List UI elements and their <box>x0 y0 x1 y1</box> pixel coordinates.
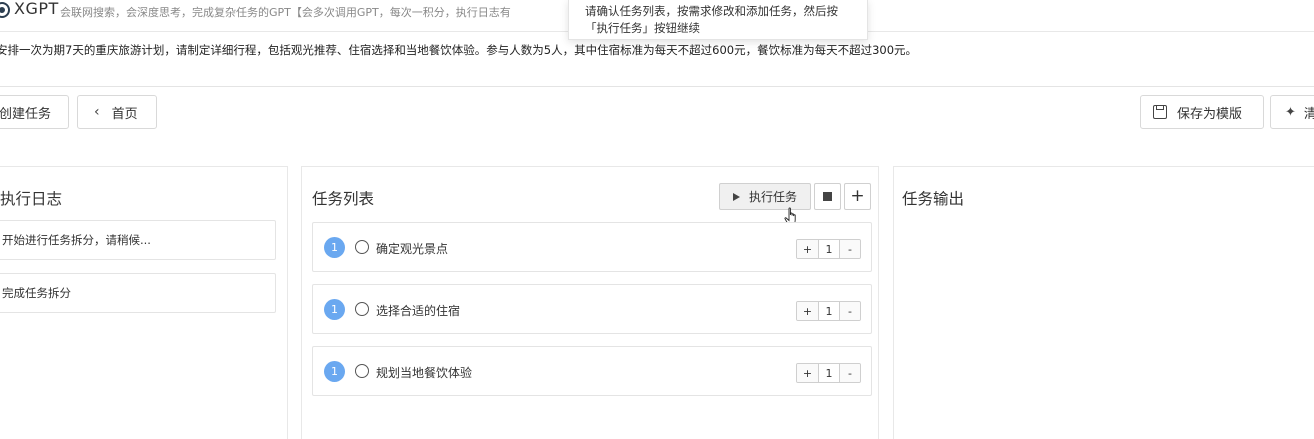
decrement-button[interactable]: - <box>839 364 860 382</box>
task-row[interactable]: 1 确定观光景点 + 1 - <box>312 222 872 272</box>
log-panel-title: 执行日志 <box>0 190 63 208</box>
run-tasks-label: 执行任务 <box>748 190 797 204</box>
tooltip-line-2: 「执行任务」按钮继续 <box>585 21 700 35</box>
task-count-value: 1 <box>818 364 839 382</box>
task-list-title: 任务列表 <box>312 190 375 208</box>
task-index-badge: 1 <box>324 299 345 320</box>
task-prompt: 安排一次为期7天的重庆旅游计划，请制定详细行程，包括观光推荐、住宿选择和当地餐饮… <box>0 43 918 57</box>
task-index-badge: 1 <box>324 361 345 382</box>
task-radio[interactable] <box>355 240 369 254</box>
increment-button[interactable]: + <box>797 364 818 382</box>
decrement-button[interactable]: - <box>839 240 860 258</box>
guide-tooltip: 请确认任务列表，按需求修改和添加任务，然后按 「执行任务」按钮继续 <box>568 0 868 40</box>
task-output-title: 任务输出 <box>902 190 965 208</box>
home-button[interactable]: ‹ 首页 <box>77 95 157 129</box>
task-list-panel: 任务列表 执行任务 + 1 确定观光景点 + 1 - 1 选择合适的住宿 + 1… <box>301 166 879 439</box>
clear-button[interactable]: ✦ 清 <box>1270 95 1314 129</box>
task-label: 确定观光景点 <box>376 242 449 256</box>
divider <box>0 86 1314 87</box>
add-task-button[interactable]: + <box>844 183 871 210</box>
task-radio[interactable] <box>355 364 369 378</box>
task-count-value: 1 <box>818 302 839 320</box>
logo-icon <box>0 2 10 18</box>
decrement-button[interactable]: - <box>839 302 860 320</box>
page: XGPT 会联网搜索，会深度思考，完成复杂任务的GPT【会多次调用GPT，每次一… <box>0 0 1314 439</box>
play-icon <box>732 192 740 201</box>
task-label: 规划当地餐饮体验 <box>376 366 473 380</box>
tooltip-line-1: 请确认任务列表，按需求修改和添加任务，然后按 <box>585 4 838 18</box>
log-item: 完成任务拆分 <box>0 273 276 313</box>
app-description: 会联网搜索，会深度思考，完成复杂任务的GPT【会多次调用GPT，每次一积分，执行… <box>60 6 511 19</box>
plus-icon: + <box>850 186 865 206</box>
increment-button[interactable]: + <box>797 302 818 320</box>
task-output-panel: 任务输出 <box>893 166 1314 439</box>
create-task-button[interactable]: 创建任务 <box>0 95 69 129</box>
app-title: XGPT <box>14 0 59 18</box>
save-template-button[interactable]: 保存为模版 <box>1140 95 1264 129</box>
increment-button[interactable]: + <box>797 240 818 258</box>
task-count-stepper: + 1 - <box>796 363 861 383</box>
task-radio[interactable] <box>355 302 369 316</box>
sparkle-icon: ✦ <box>1285 104 1296 120</box>
log-item: 开始进行任务拆分，请稍候... <box>0 220 276 260</box>
clear-label: 清 <box>1304 103 1314 122</box>
chevron-left-icon: ‹ <box>94 104 100 120</box>
task-count-value: 1 <box>818 240 839 258</box>
save-icon <box>1153 105 1167 119</box>
save-template-label: 保存为模版 <box>1177 106 1243 122</box>
log-panel: 执行日志 开始进行任务拆分，请稍候... 完成任务拆分 <box>0 166 288 439</box>
task-label: 选择合适的住宿 <box>376 304 461 318</box>
task-row[interactable]: 1 规划当地餐饮体验 + 1 - <box>312 346 872 396</box>
task-row[interactable]: 1 选择合适的住宿 + 1 - <box>312 284 872 334</box>
task-index-badge: 1 <box>324 237 345 258</box>
home-label: 首页 <box>111 106 138 122</box>
stop-icon <box>823 192 832 201</box>
create-task-label: 创建任务 <box>0 106 52 122</box>
run-tasks-button[interactable]: 执行任务 <box>719 183 811 210</box>
task-count-stepper: + 1 - <box>796 301 861 321</box>
stop-button[interactable] <box>814 183 841 210</box>
task-count-stepper: + 1 - <box>796 239 861 259</box>
